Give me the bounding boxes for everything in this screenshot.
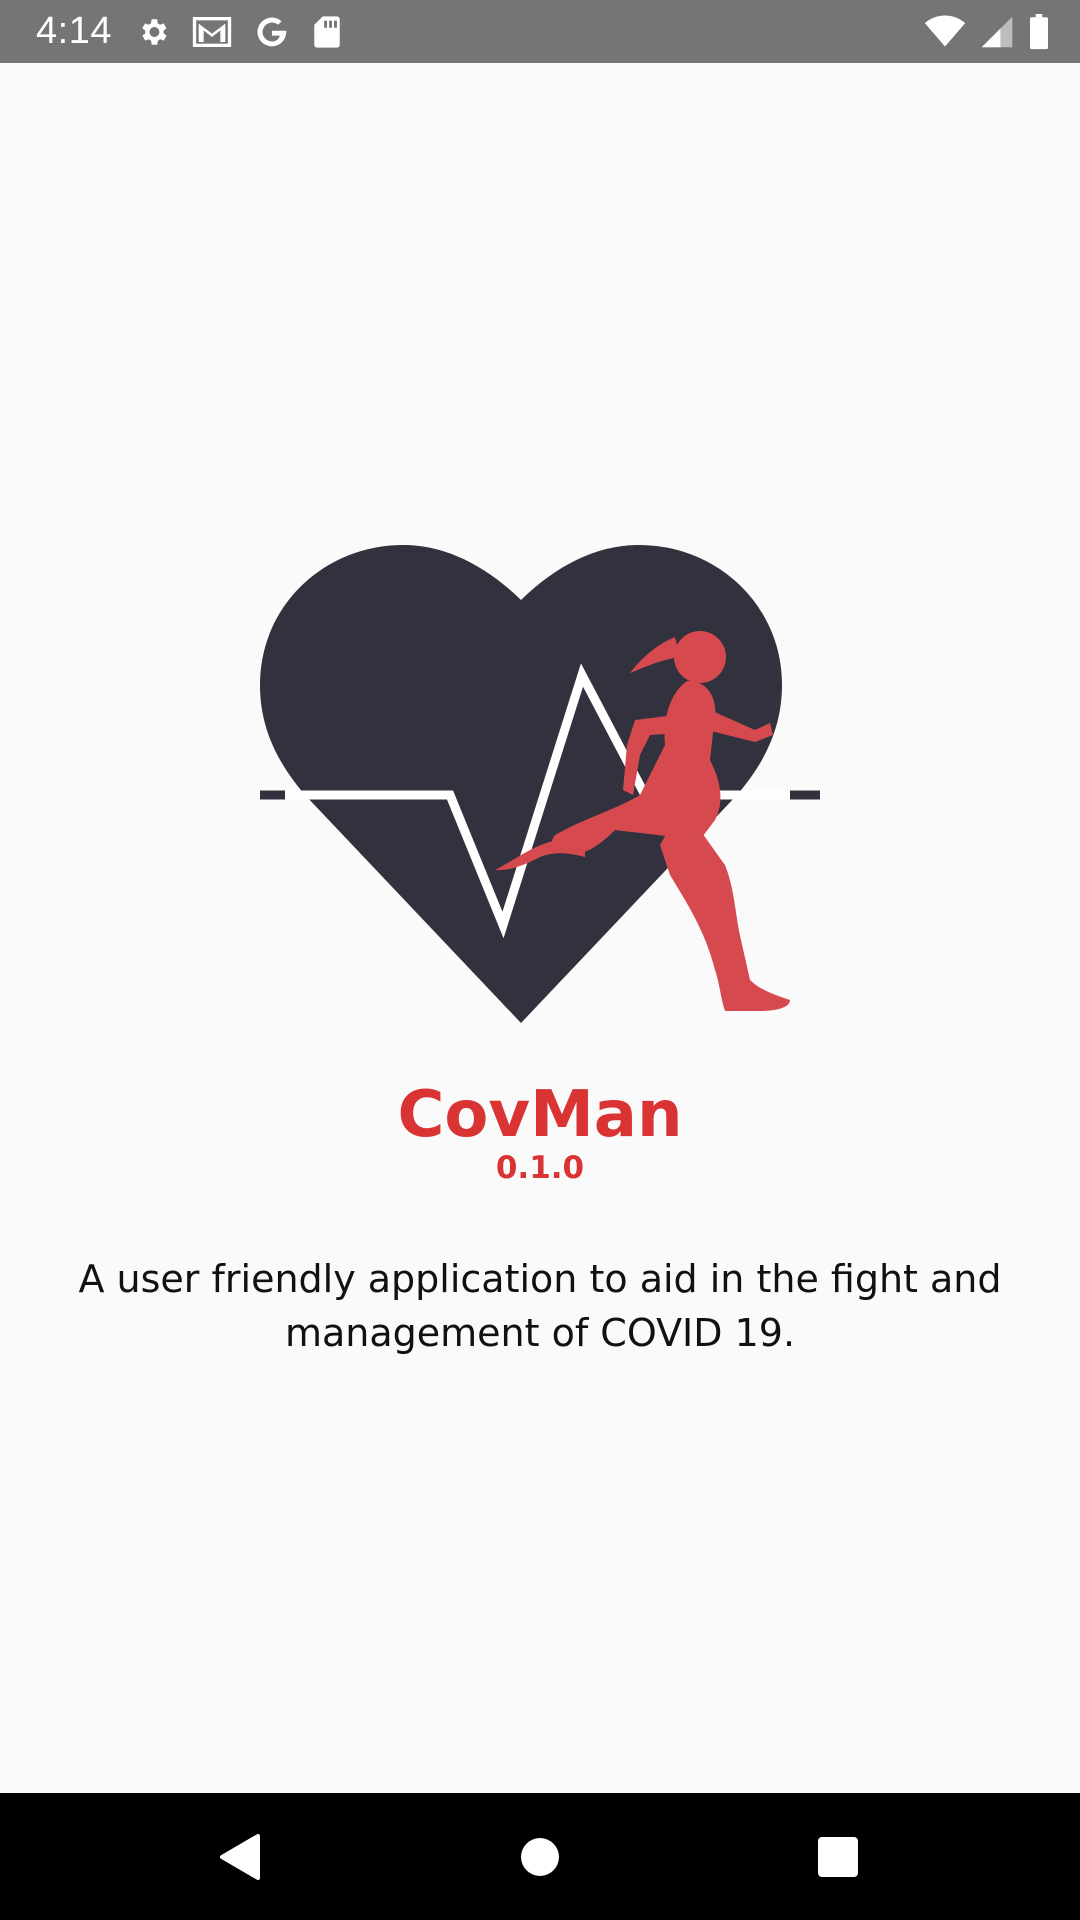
status-time: 4:14: [36, 10, 112, 52]
heart-runner-logo: [260, 545, 820, 1023]
app-name: CovMan: [397, 1078, 683, 1152]
recents-icon: [818, 1836, 858, 1877]
app-version: 0.1.0: [495, 1150, 585, 1186]
app-description: A user friendly application to aid in th…: [78, 1257, 1002, 1355]
cell-signal-icon: [981, 16, 1013, 47]
recents-button[interactable]: [778, 1793, 898, 1920]
home-icon: [521, 1837, 559, 1876]
home-button[interactable]: [480, 1793, 600, 1920]
system-icons: [924, 13, 1050, 50]
notification-icons: [136, 14, 342, 50]
sd-card-icon: [314, 15, 340, 48]
back-icon: [220, 1833, 260, 1880]
status-bar: 4:14: [0, 0, 1080, 63]
navigation-bar: [0, 1793, 1080, 1920]
wifi-icon: [924, 15, 966, 47]
settings-icon: [142, 18, 167, 45]
battery-icon: [1030, 13, 1048, 49]
back-button[interactable]: [180, 1793, 300, 1920]
google-icon: [257, 17, 287, 46]
gmail-icon: [192, 16, 232, 47]
